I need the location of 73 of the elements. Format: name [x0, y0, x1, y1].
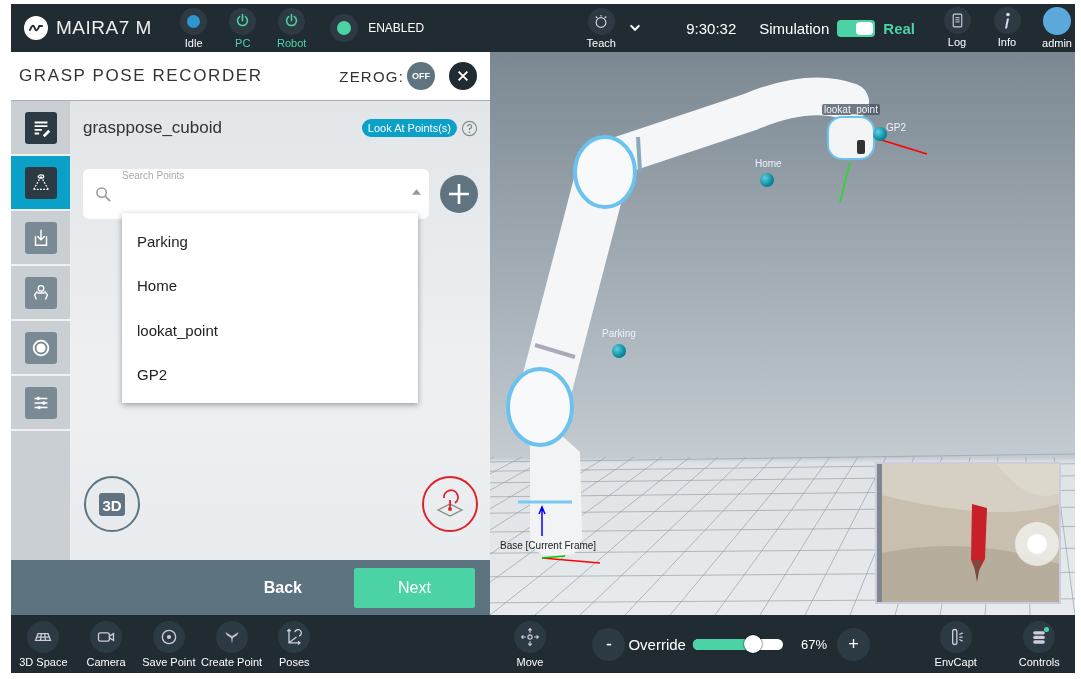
status-label: PC	[235, 36, 251, 49]
target-tool-button[interactable]	[152, 620, 185, 653]
axes-tool-button[interactable]	[278, 620, 311, 653]
point-label: Parking	[602, 328, 636, 339]
status-button[interactable]	[278, 7, 306, 35]
capture-3d-button[interactable]: 3D	[84, 476, 140, 532]
grid-tool-button[interactable]	[27, 620, 60, 653]
search-icon	[95, 185, 112, 203]
override-slider[interactable]	[692, 638, 783, 650]
recording-name: grasppose_cuboid	[83, 118, 223, 138]
search-placeholder: Search Points	[122, 170, 185, 181]
help-icon[interactable]	[461, 119, 478, 137]
toolbar-label: Log	[947, 36, 967, 48]
plus-icon	[448, 183, 470, 205]
status-dot	[180, 7, 208, 35]
avatar[interactable]	[1043, 7, 1071, 35]
close-icon	[456, 69, 470, 83]
point-label: lookat_point	[822, 104, 880, 115]
override-value: 67%	[800, 636, 827, 652]
status-label: Robot	[277, 36, 307, 49]
tool-label: Poses	[279, 655, 310, 668]
add-button[interactable]	[440, 175, 478, 213]
toggle-label: Real	[883, 19, 915, 37]
decrease-button[interactable]: -	[592, 627, 626, 661]
frame-label: Base [Current Frame]	[500, 540, 597, 551]
axes-icon	[284, 626, 305, 647]
override-label: Override	[628, 635, 686, 653]
status-button[interactable]	[229, 7, 257, 35]
status-label: Idle	[184, 36, 203, 49]
point-pick-button[interactable]	[422, 476, 478, 532]
tool-label: 3D Space	[19, 655, 68, 668]
enabled-label: ENABLED	[368, 21, 425, 35]
zerog-toggle[interactable]: OFF	[407, 62, 435, 90]
brand-name: MAIRA7 M	[56, 17, 152, 39]
dropdown-item[interactable]: lookat_point	[122, 308, 418, 353]
move-arrows-icon	[520, 626, 541, 647]
controls-tool-button[interactable]	[1023, 620, 1056, 653]
caret-up-icon[interactable]	[412, 189, 421, 195]
increase-button[interactable]: +	[836, 627, 870, 661]
toolbar-label: Info	[997, 36, 1017, 48]
point-label: Home	[755, 158, 782, 169]
tool-label: Camera	[86, 655, 126, 668]
toggle-label: Simulation	[759, 19, 830, 37]
mode-toggle[interactable]	[837, 19, 876, 37]
log-button[interactable]	[943, 7, 971, 34]
enabled-indicator	[330, 14, 359, 42]
sidebar-tab[interactable]	[11, 156, 70, 211]
zerog-label: ZEROG:	[339, 67, 404, 85]
dropdown-item[interactable]: Home	[122, 263, 418, 308]
info-icon	[1004, 12, 1010, 29]
back-button[interactable]: Back	[251, 572, 314, 603]
move-tool-button[interactable]	[514, 620, 547, 653]
info-button[interactable]	[993, 7, 1021, 34]
tool-label: Create Point	[201, 655, 263, 668]
slider-thumb[interactable]	[744, 634, 763, 653]
mode-button[interactable]	[587, 7, 615, 35]
clock: 9:30:32	[686, 19, 737, 37]
pointer-plane-icon	[435, 489, 465, 519]
tool-label: Move	[516, 655, 544, 668]
tool-label: Save Point	[142, 655, 196, 668]
toolbar-label: admin	[1042, 37, 1072, 49]
point-label: GP2	[886, 122, 906, 133]
tool-label: Controls	[1018, 655, 1060, 668]
dropdown-item[interactable]: GP2	[122, 352, 418, 397]
dropdown-item[interactable]: Parking	[122, 219, 418, 264]
logo-icon	[24, 16, 48, 40]
envcapt-tool-button[interactable]	[939, 620, 972, 653]
close-button[interactable]	[449, 62, 477, 90]
pin-tool-button[interactable]	[215, 620, 248, 653]
camera-tool-button[interactable]	[90, 620, 123, 653]
tool-label: EnvCapt	[934, 655, 977, 668]
panel-title: GRASP POSE RECORDER	[19, 66, 264, 86]
mode-label: Teach	[586, 36, 616, 49]
